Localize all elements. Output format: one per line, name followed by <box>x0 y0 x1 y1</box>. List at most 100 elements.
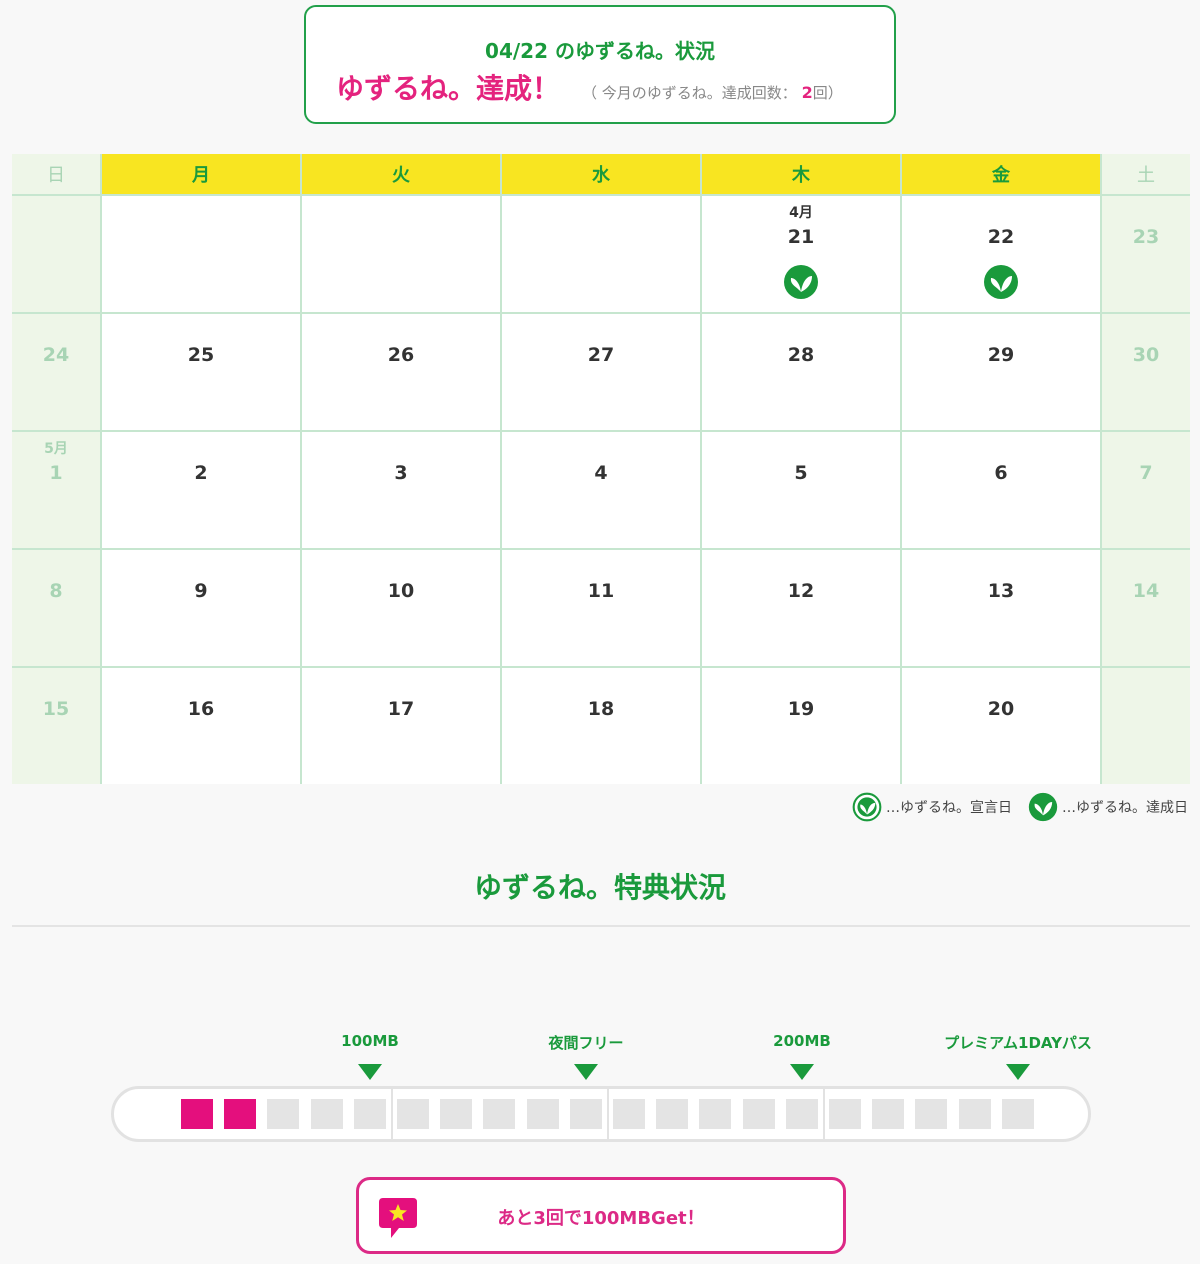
progress-segment <box>656 1099 688 1129</box>
legend-achieved-label: …ゆずるね。達成日 <box>1062 800 1188 816</box>
progress-segment <box>743 1099 775 1129</box>
day-number: 8 <box>49 580 63 602</box>
day-number: 20 <box>987 698 1015 720</box>
day-number: 28 <box>787 344 815 366</box>
achieved-icon <box>984 265 1018 299</box>
header-sunday: 日 <box>12 154 100 194</box>
calendar-day-cell[interactable]: 7 <box>1100 430 1190 548</box>
calendar-day-cell[interactable]: 8 <box>12 548 100 666</box>
calendar-day-cell <box>300 194 500 312</box>
calendar-day-cell[interactable]: 4 <box>500 430 700 548</box>
legend-declared-label: …ゆずるね。宣言日 <box>886 800 1012 816</box>
calendar-day-cell[interactable]: 20 <box>900 666 1100 784</box>
milestone-divider <box>607 1089 609 1139</box>
header-friday: 金 <box>900 154 1100 194</box>
calendar-day-cell[interactable]: 19 <box>700 666 900 784</box>
day-number: 4 <box>594 462 608 484</box>
month-label: 4月 <box>789 205 813 221</box>
status-date-title: 04/22 のゆずるね。状況 <box>485 39 715 63</box>
day-number: 14 <box>1132 580 1160 602</box>
declared-stamp-icon <box>852 792 882 822</box>
calendar-day-cell[interactable]: 2 <box>100 430 300 548</box>
calendar-day-cell[interactable]: 27 <box>500 312 700 430</box>
progress-segment <box>786 1099 818 1129</box>
status-line: ゆずるね。達成！ （ 今月のゆずるね。達成回数： 2回） <box>336 67 874 107</box>
calendar-day-cell[interactable]: 22 <box>900 194 1100 312</box>
header-saturday: 土 <box>1100 154 1190 194</box>
calendar-day-cell[interactable]: 18 <box>500 666 700 784</box>
milestone-label-100mb: 100MB <box>341 1032 399 1050</box>
day-number: 6 <box>994 462 1008 484</box>
calendar-day-cell[interactable]: 26 <box>300 312 500 430</box>
header-wednesday: 水 <box>500 154 700 194</box>
calendar-day-cell[interactable]: 9 <box>100 548 300 666</box>
day-number: 26 <box>387 344 415 366</box>
calendar-day-cell[interactable]: 6 <box>900 430 1100 548</box>
header-thursday: 木 <box>700 154 900 194</box>
progress-segment <box>397 1099 429 1129</box>
progress-segment <box>267 1099 299 1129</box>
day-number: 22 <box>987 226 1015 248</box>
calendar-legend: …ゆずるね。宣言日 …ゆずるね。達成日 <box>852 792 1188 822</box>
calendar-day-cell[interactable]: 23 <box>1100 194 1190 312</box>
progress-segment <box>527 1099 559 1129</box>
calendar-day-cell[interactable]: 5 <box>700 430 900 548</box>
milestone-arrow-icon <box>574 1064 598 1080</box>
progress-segment <box>354 1099 386 1129</box>
calendar-day-cell[interactable]: 13 <box>900 548 1100 666</box>
calendar-day-cell[interactable]: 4月 21 <box>700 194 900 312</box>
day-number: 7 <box>1139 462 1153 484</box>
month-label: 5月 <box>44 441 68 457</box>
calendar-day-cell[interactable]: 15 <box>12 666 100 784</box>
progress-segment <box>829 1099 861 1129</box>
calendar-day-cell[interactable]: 29 <box>900 312 1100 430</box>
day-number: 17 <box>387 698 415 720</box>
day-number: 18 <box>587 698 615 720</box>
hint-text: あと3回で100MBGet！ <box>497 1208 705 1229</box>
progress-segment <box>181 1099 213 1129</box>
status-panel: 04/22 のゆずるね。状況 ゆずるね。達成！ （ 今月のゆずるね。達成回数： … <box>304 5 896 124</box>
milestone-label-night-free: 夜間フリー <box>548 1034 624 1052</box>
progress-segment <box>483 1099 515 1129</box>
calendar-day-cell[interactable]: 3 <box>300 430 500 548</box>
day-number: 24 <box>42 344 70 366</box>
calendar-day-cell[interactable]: 28 <box>700 312 900 430</box>
calendar-day-cell[interactable]: 11 <box>500 548 700 666</box>
milestone-divider <box>823 1089 825 1139</box>
calendar-day-cell[interactable]: 25 <box>100 312 300 430</box>
day-number: 25 <box>187 344 215 366</box>
day-number: 23 <box>1132 226 1160 248</box>
day-number: 15 <box>42 698 70 720</box>
monthly-count-value: 2 <box>801 83 813 102</box>
calendar-grid: 4月 21 22 23 24 25 26 27 28 29 30 5月 1 2 3 4 5 6 7 8 9 10 11 12 1… <box>12 194 1190 784</box>
calendar-day-cell[interactable]: 10 <box>300 548 500 666</box>
calendar-day-cell[interactable]: 16 <box>100 666 300 784</box>
monthly-count-suffix: 回） <box>812 84 843 102</box>
calendar-day-cell[interactable]: 30 <box>1100 312 1190 430</box>
calendar-day-cell[interactable]: 24 <box>12 312 100 430</box>
calendar-day-cell[interactable]: 5月 1 <box>12 430 100 548</box>
header-monday: 月 <box>100 154 300 194</box>
day-number: 2 <box>194 462 208 484</box>
day-number: 13 <box>987 580 1015 602</box>
calendar-day-cell <box>500 194 700 312</box>
milestone-label-premium-pass: プレミアム1DAYパス <box>944 1034 1092 1052</box>
progress-segment <box>959 1099 991 1129</box>
calendar-day-cell <box>100 194 300 312</box>
calendar-day-cell[interactable]: 17 <box>300 666 500 784</box>
milestone-label-200mb: 200MB <box>773 1032 831 1050</box>
section-divider <box>12 925 1190 927</box>
milestone-arrow-icon <box>1006 1064 1030 1080</box>
day-number: 27 <box>587 344 615 366</box>
status-result: ゆずるね。達成！ <box>336 72 561 105</box>
milestone-arrow-icon <box>790 1064 814 1080</box>
day-number: 29 <box>987 344 1015 366</box>
calendar-day-cell <box>1100 666 1190 784</box>
progress-segment <box>613 1099 645 1129</box>
header-tuesday: 火 <box>300 154 500 194</box>
day-number: 11 <box>587 580 615 602</box>
calendar-day-cell[interactable]: 14 <box>1100 548 1190 666</box>
calendar-day-cell[interactable]: 12 <box>700 548 900 666</box>
progress-segment <box>915 1099 947 1129</box>
day-number: 10 <box>387 580 415 602</box>
